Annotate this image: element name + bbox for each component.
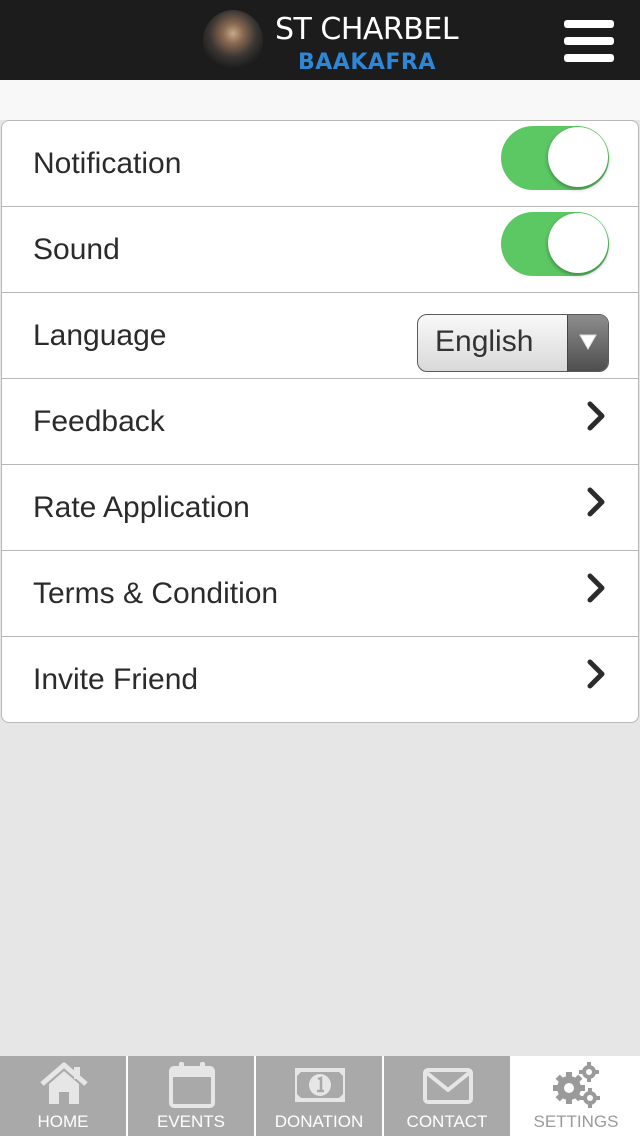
toggle-knob [548,213,608,273]
language-selected-value: English [435,325,534,358]
notification-toggle[interactable] [501,126,609,190]
tab-contact-label: CONTACT [406,1112,488,1131]
top-spacer [0,80,640,120]
tab-contact[interactable]: CONTACT [384,1056,512,1136]
logo-title: ST CHARBEL [275,12,459,47]
tab-events[interactable]: EVENTS [128,1056,256,1136]
settings-row-rate-application[interactable]: Rate Application [2,465,638,551]
settings-list: Notification Sound Language English Feed… [1,120,639,723]
notification-label: Notification [33,147,182,180]
settings-row-terms[interactable]: Terms & Condition [2,551,638,637]
dropdown-arrow-icon [567,315,608,371]
sound-toggle[interactable] [501,212,609,276]
rate-application-label: Rate Application [33,491,250,524]
chevron-right-icon [587,487,605,517]
saint-portrait-icon [203,10,263,72]
settings-row-invite-friend[interactable]: Invite Friend [2,637,638,722]
calendar-icon [169,1062,215,1108]
language-label: Language [33,319,167,352]
money-icon [295,1068,345,1102]
tab-events-label: EVENTS [156,1112,226,1131]
home-icon [40,1062,88,1104]
bottom-tab-bar: HOME EVENTS DONATION CONTACT SETTINGS [0,1056,640,1136]
toggle-knob [548,127,608,187]
settings-row-sound: Sound [2,207,638,293]
settings-row-language: Language English [2,293,638,379]
app-header: ST CHARBEL BAAKAFRA [0,0,640,80]
sound-label: Sound [33,233,120,266]
tab-donation[interactable]: DONATION [256,1056,384,1136]
envelope-icon [423,1068,473,1104]
chevron-right-icon [587,573,605,603]
tab-settings[interactable]: SETTINGS [512,1056,640,1136]
terms-label: Terms & Condition [33,577,279,610]
settings-row-notification: Notification [2,121,638,207]
chevron-right-icon [587,659,605,689]
tab-home-label: HOME [37,1112,89,1131]
logo-subtitle: BAAKAFRA [298,50,436,75]
app-logo: ST CHARBEL BAAKAFRA [203,8,459,75]
gears-icon [553,1062,600,1108]
tab-donation-label: DONATION [274,1112,364,1131]
tab-settings-label: SETTINGS [533,1112,619,1131]
hamburger-icon[interactable] [562,18,616,64]
chevron-right-icon [587,401,605,431]
invite-friend-label: Invite Friend [33,663,199,696]
tab-home[interactable]: HOME [0,1056,128,1136]
language-select[interactable]: English [417,314,609,372]
feedback-label: Feedback [33,405,165,438]
settings-row-feedback[interactable]: Feedback [2,379,638,465]
